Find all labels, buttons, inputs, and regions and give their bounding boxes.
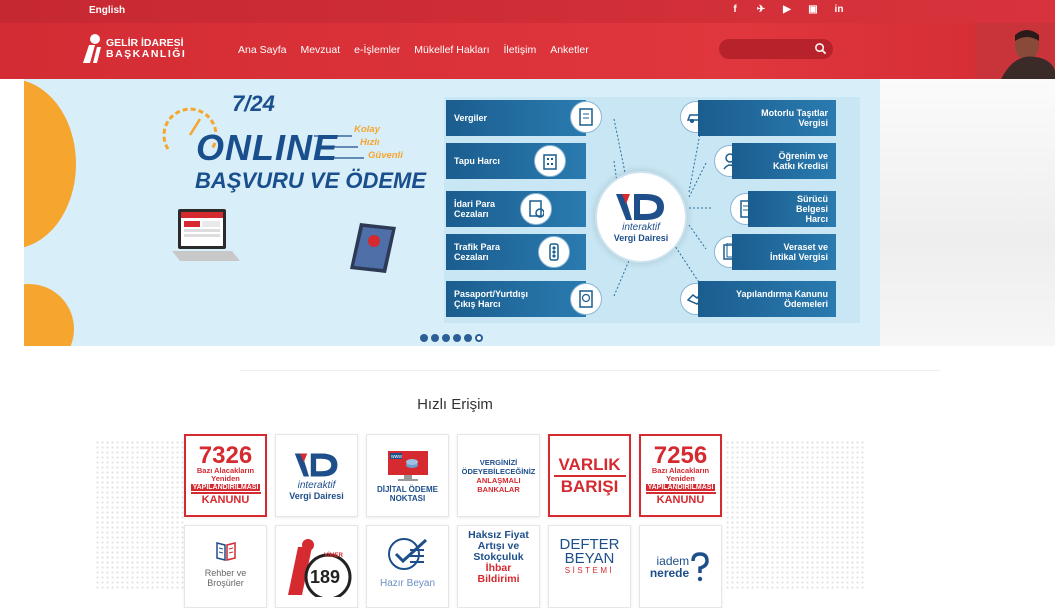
tile-vimer-189[interactable]: VİMER 189	[275, 525, 358, 608]
search-icon[interactable]	[814, 42, 827, 55]
search-input[interactable]	[727, 42, 813, 56]
search-box	[719, 39, 833, 59]
payment-monitor-icon: www	[387, 450, 428, 481]
nav-ana-sayfa[interactable]: Ana Sayfa	[238, 44, 286, 56]
top-bar: English f ✈ ▶ ▣ in	[0, 0, 1055, 23]
building-icon	[534, 145, 566, 177]
service-motorlu-tasitlar-vergisi[interactable]: Motorlu Taşıtlar Vergisi	[698, 100, 836, 136]
tile-7256-kanunu[interactable]: 7256 Bazı Alacakların Yeniden YAPILANDIR…	[639, 434, 722, 517]
gib-logo-icon	[81, 33, 103, 65]
center-logo-top: interaktif	[622, 221, 660, 233]
quick-access-grid: 7326 Bazı Alacakların Yeniden YAPILANDIR…	[184, 434, 722, 608]
nav-iletisim[interactable]: İletişim	[504, 44, 537, 56]
tile-7326-kanunu[interactable]: 7326 Bazı Alacakların Yeniden YAPILANDIR…	[184, 434, 267, 517]
instagram-icon[interactable]: ▣	[806, 4, 820, 15]
tile-anlasmali-bankalar[interactable]: VERGİNİZİ ÖDEYEBİLECEĞİNİZ ANLAŞMALI BAN…	[457, 434, 540, 517]
vd-mark-icon	[294, 453, 337, 477]
service-idari-para-cezalari[interactable]: İdari Para Cezaları	[446, 191, 586, 227]
vimer-number: 189	[310, 567, 340, 587]
language-link[interactable]: English	[89, 5, 125, 16]
social-links: f ✈ ▶ ▣ in	[728, 4, 846, 15]
book-icon	[215, 542, 236, 561]
tile-rehber-brosurler[interactable]: Rehber ve Broşürler	[184, 525, 267, 608]
interaktif-vergi-dairesi-logo[interactable]: interaktif Vergi Dairesi	[595, 171, 687, 263]
svg-text:www: www	[391, 454, 402, 460]
vimer-189-logo-icon: VİMER 189	[287, 538, 351, 597]
hero-basvuru: BAŞVURU VE ÖDEME	[195, 168, 427, 193]
checklist-icon	[387, 538, 427, 570]
laptop-icon	[172, 209, 240, 261]
service-veraset-intikal-vergisi[interactable]: Veraset ve İntikal Vergisi	[732, 234, 836, 270]
speed-lines-icon	[314, 135, 364, 159]
tile-haksiz-fiyat-ihbar[interactable]: Haksız Fiyat Artışı ve Stokçuluk İhbar B…	[457, 525, 540, 608]
youtube-icon[interactable]: ▶	[780, 4, 794, 15]
fine-document-icon	[520, 193, 552, 225]
site-logo[interactable]: GELİR İDARESİ BAŞKANLIĞI	[81, 33, 186, 65]
main-nav: Ana Sayfa Mevzuat e-İşlemler Mükellef Ha…	[238, 44, 589, 56]
tile-hazir-beyan[interactable]: Hazır Beyan	[366, 525, 449, 608]
hero-247: 7/24	[232, 91, 275, 116]
dotted-map-decoration	[725, 440, 865, 590]
traffic-light-icon	[538, 236, 570, 268]
twitter-icon[interactable]: ✈	[754, 4, 768, 15]
carousel-dot[interactable]	[453, 334, 461, 342]
carousel-dot-active[interactable]	[475, 334, 483, 342]
service-surucu-belgesi-harci[interactable]: Sürücü Belgesi Harcı	[748, 191, 836, 227]
quick-access-title: Hızlı Erişim	[417, 396, 493, 413]
service-yapilandirma-kanunu[interactable]: Yapılandırma Kanunu Ödemeleri	[698, 281, 836, 317]
vd-mark-icon	[616, 193, 664, 220]
dotted-map-decoration	[95, 440, 185, 590]
carousel-dot[interactable]	[420, 334, 428, 342]
logo-line-2: BAŞKANLIĞI	[106, 48, 187, 60]
carousel-dot[interactable]	[464, 334, 472, 342]
nav-anketler[interactable]: Anketler	[550, 44, 589, 56]
hero-carousel[interactable]: 7/24 ONLINE BAŞVURU VE ÖDEME Kolay Hızlı…	[24, 79, 880, 346]
service-vergiler[interactable]: Vergiler	[446, 100, 586, 136]
question-mark-icon	[691, 551, 709, 581]
phone-icon	[350, 223, 396, 273]
portrait-image	[975, 23, 1055, 79]
facebook-icon[interactable]: f	[728, 4, 742, 15]
tax-document-icon	[570, 101, 602, 133]
carousel-indicators	[420, 334, 483, 342]
linkedin-icon[interactable]: in	[832, 4, 846, 15]
hero-side-panel	[880, 79, 1055, 346]
nav-mukellef-haklari[interactable]: Mükellef Hakları	[414, 44, 489, 56]
passport-icon	[570, 283, 602, 315]
main-header: GELİR İDARESİ BAŞKANLIĞI Ana Sayfa Mevzu…	[0, 23, 1055, 79]
tile-interaktif-vergi-dairesi[interactable]: interaktif Vergi Dairesi	[275, 434, 358, 517]
service-pasaport-harci[interactable]: Pasaport/Yurtdışı Çıkış Harcı	[446, 281, 586, 317]
tile-defter-beyan-sistemi[interactable]: DEFTER BEYAN SİSTEMİ	[548, 525, 631, 608]
vimer-label: VİMER	[324, 552, 344, 559]
nav-mevzuat[interactable]: Mevzuat	[300, 44, 340, 56]
carousel-dot[interactable]	[431, 334, 439, 342]
section-divider	[240, 370, 940, 371]
decorative-circle	[24, 79, 76, 249]
decorative-circle	[24, 284, 74, 346]
carousel-dot[interactable]	[442, 334, 450, 342]
nav-e-islemler[interactable]: e-İşlemler	[354, 44, 400, 56]
tile-varlik-barisi[interactable]: VARLIK BARIŞI	[548, 434, 631, 517]
service-ogrenim-katki-kredisi[interactable]: Öğrenim ve Katkı Kredisi	[732, 143, 836, 179]
tile-iadem-nerede[interactable]: iadem nerede	[639, 525, 722, 608]
tile-dijital-odeme-noktasi[interactable]: www DİJİTAL ÖDEME NOKTASI	[366, 434, 449, 517]
center-logo-bottom: Vergi Dairesi	[613, 232, 669, 243]
